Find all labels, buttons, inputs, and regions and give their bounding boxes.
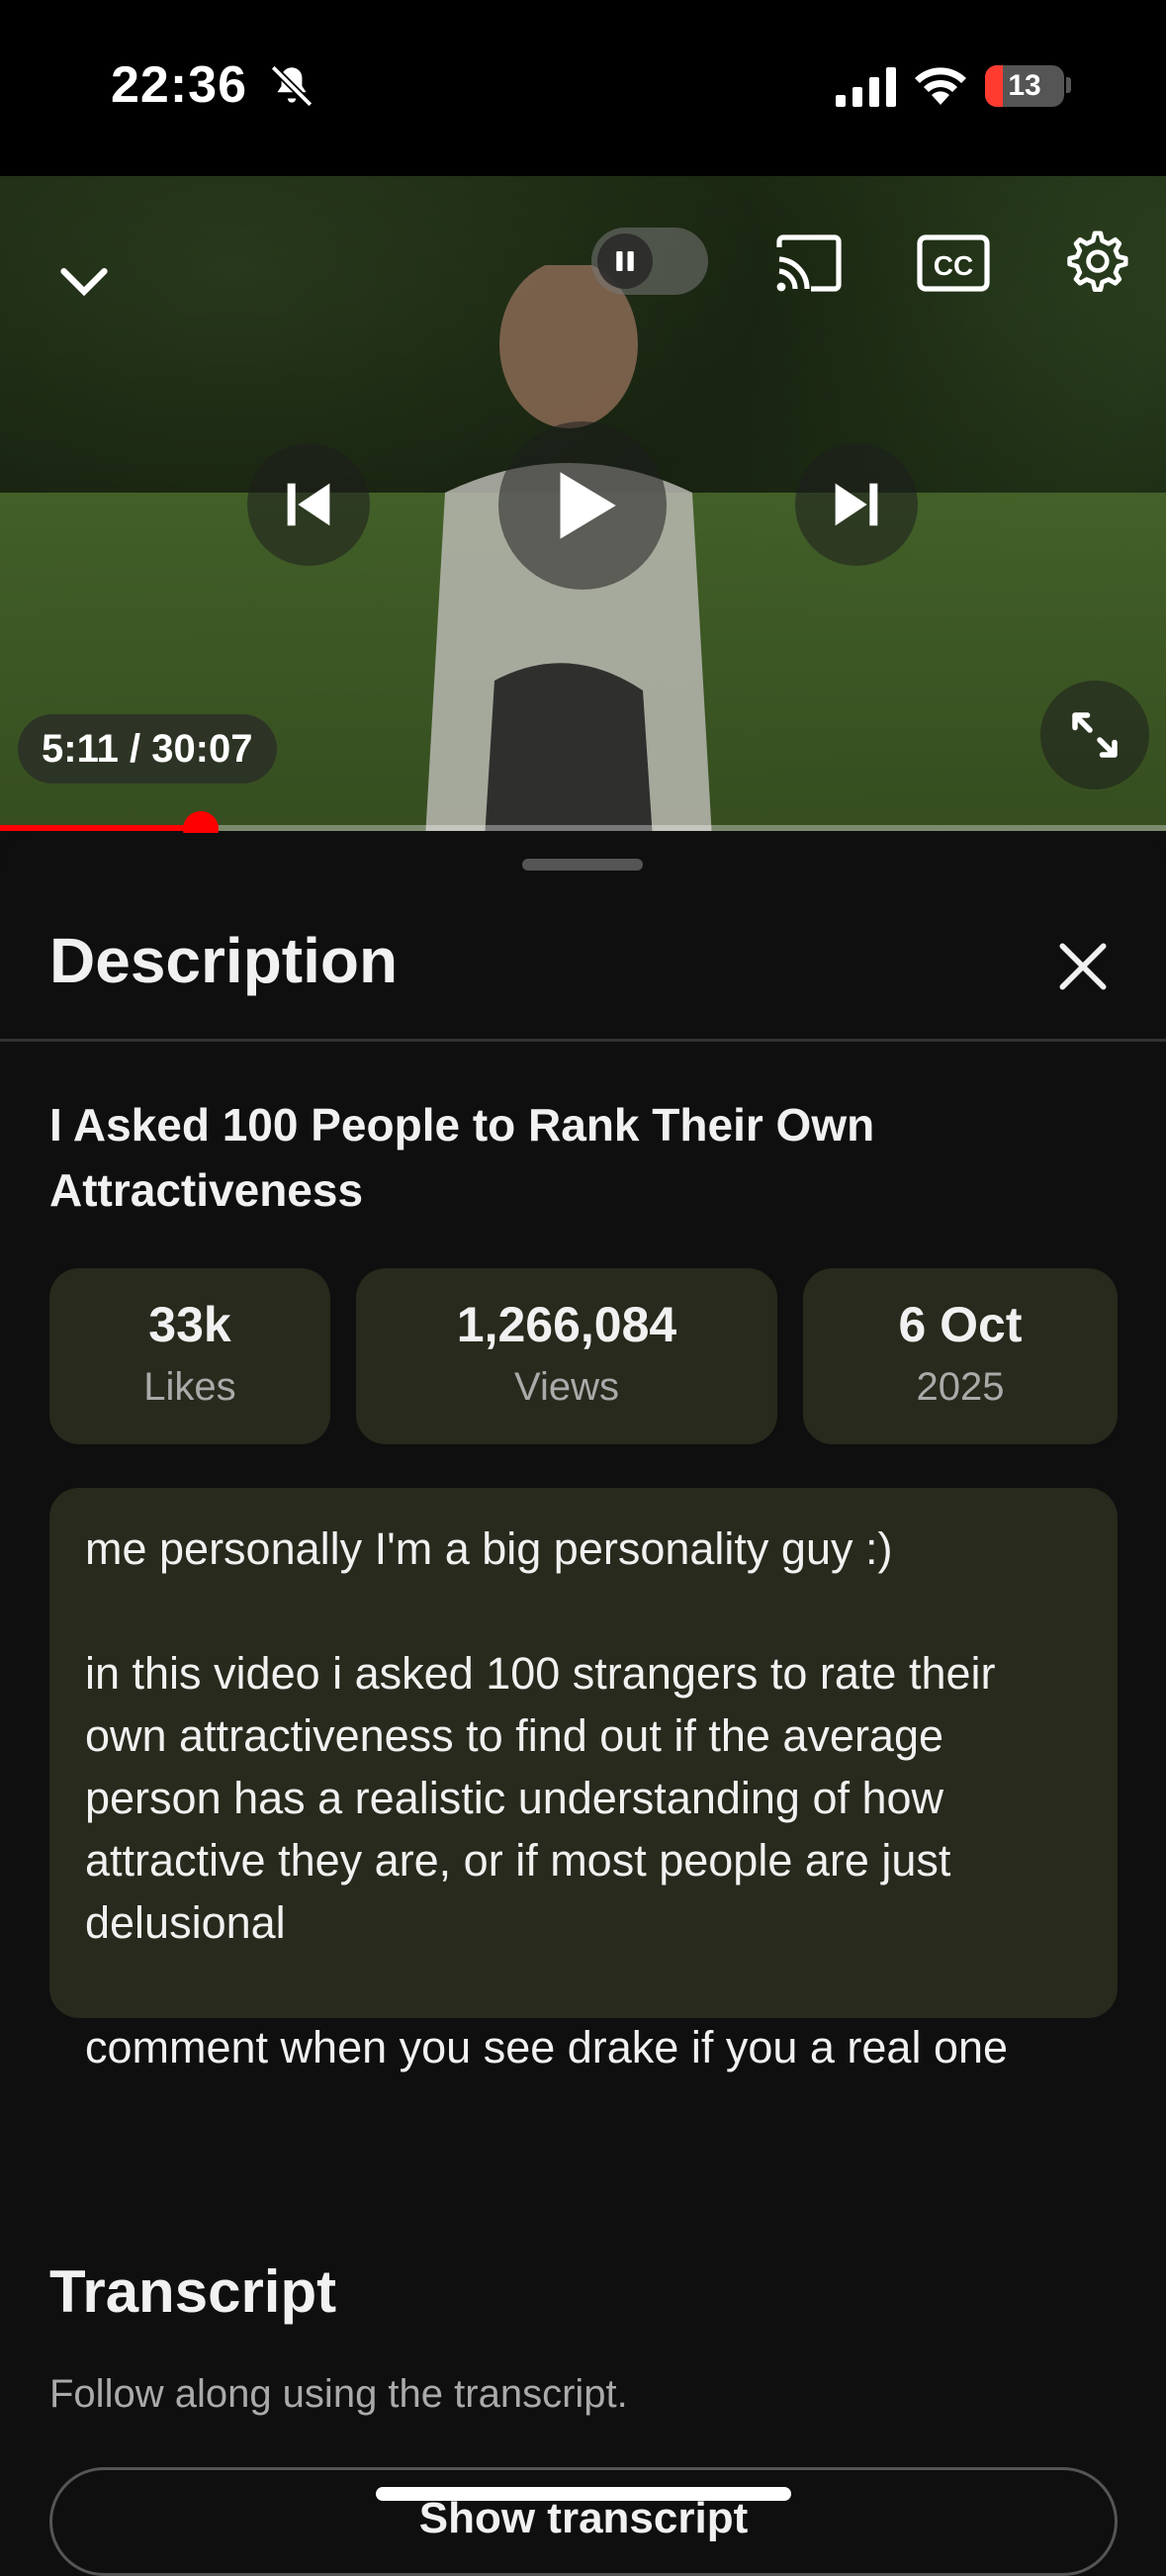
publish-date-stat: 6 Oct 2025: [803, 1268, 1118, 1444]
battery-percent: 13: [1008, 69, 1041, 102]
skip-next-icon: [835, 483, 878, 526]
next-video-button[interactable]: [795, 443, 918, 566]
wifi-icon: [915, 67, 966, 105]
fullscreen-icon: [1072, 712, 1118, 758]
views-count: 1,266,084: [456, 1297, 677, 1352]
cast-button[interactable]: [771, 231, 847, 295]
pause-icon: [616, 251, 634, 271]
progress-fill: [0, 825, 201, 831]
fullscreen-button[interactable]: [1040, 681, 1149, 789]
show-transcript-button[interactable]: Show transcript: [49, 2467, 1118, 2576]
likes-count: 33k: [148, 1297, 231, 1352]
description-text[interactable]: me personally I'm a big personality guy …: [49, 1488, 1118, 2072]
publish-year: 2025: [916, 1365, 1005, 1409]
divider: [0, 1039, 1166, 1042]
svg-text:CC: CC: [934, 250, 973, 281]
autoplay-knob: [597, 233, 653, 289]
status-bar: 22:36 13: [0, 0, 1166, 176]
video-player[interactable]: CC 5:11 / 30:07: [0, 176, 1166, 831]
sheet-title: Description: [49, 925, 399, 996]
closed-captions-icon: CC: [917, 234, 990, 292]
publish-date: 6 Oct: [898, 1297, 1023, 1352]
cellular-signal-icon: [836, 67, 896, 107]
home-indicator[interactable]: [376, 2487, 791, 2501]
likes-stat: 33k Likes: [49, 1268, 330, 1444]
drag-handle[interactable]: [522, 859, 643, 871]
views-stat: 1,266,084 Views: [356, 1268, 777, 1444]
collapse-player-button[interactable]: [49, 245, 119, 315]
bell-off-icon: [270, 64, 314, 108]
battery-indicator: 13: [985, 65, 1064, 107]
captions-button[interactable]: CC: [916, 231, 991, 295]
settings-button[interactable]: [1060, 228, 1129, 297]
transcript-subtitle: Follow along using the transcript.: [49, 2372, 628, 2416]
time-display: 5:11 / 30:07: [18, 714, 277, 783]
transcript-heading: Transcript: [49, 2258, 337, 2325]
play-icon: [560, 472, 616, 539]
cast-icon: [776, 234, 842, 292]
likes-label: Likes: [143, 1365, 236, 1409]
close-icon: [1059, 943, 1107, 990]
status-time: 22:36: [111, 56, 247, 114]
views-label: Views: [514, 1365, 619, 1409]
previous-video-button[interactable]: [247, 443, 370, 566]
battery-cap: [1066, 77, 1071, 93]
skip-previous-icon: [287, 483, 330, 526]
chevron-down-icon: [60, 268, 108, 297]
close-button[interactable]: [1052, 936, 1114, 997]
video-title: I Asked 100 People to Rank Their Own Att…: [49, 1099, 875, 1216]
play-button[interactable]: [498, 421, 667, 590]
autoplay-toggle[interactable]: [591, 228, 708, 295]
gear-icon: [1067, 230, 1128, 293]
